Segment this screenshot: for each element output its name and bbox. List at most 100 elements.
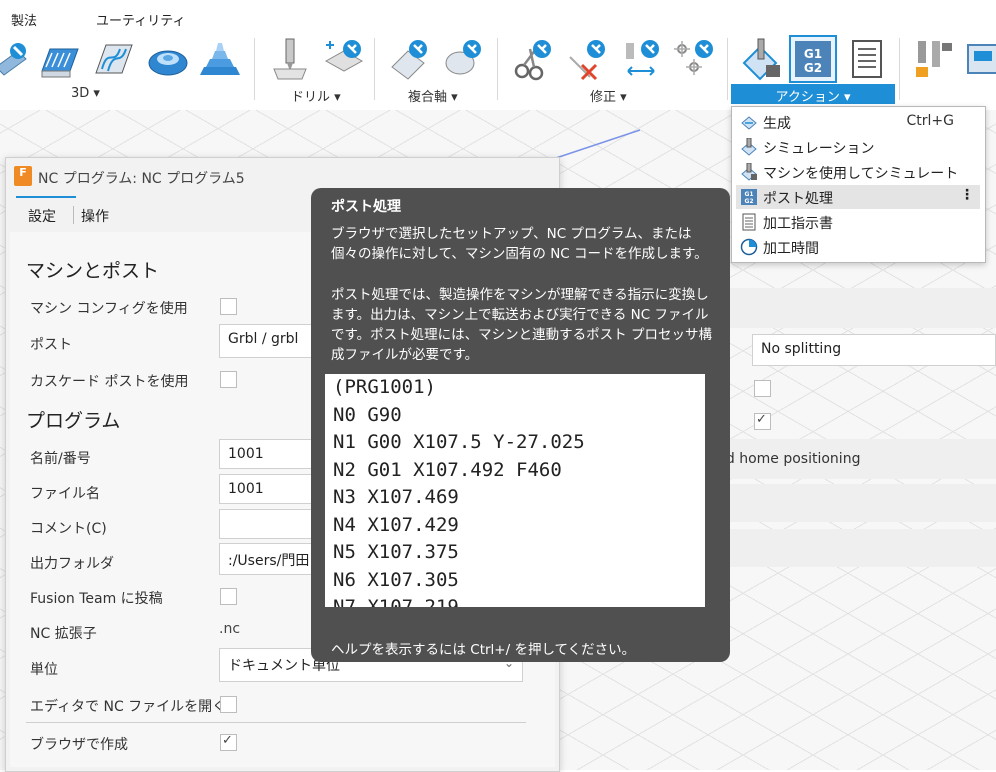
create-in-browser-label: ブラウザで作成 bbox=[30, 737, 128, 753]
open-editor-checkbox[interactable] bbox=[220, 696, 237, 713]
3d-parallel-icon[interactable] bbox=[92, 37, 136, 81]
menu-item-post-process[interactable]: G1 G2 ポスト処理 ⋮ bbox=[736, 185, 980, 209]
cascade-post-checkbox[interactable] bbox=[220, 371, 237, 388]
output-folder-input[interactable]: :/Users/門田 bbox=[219, 543, 319, 575]
section-program: プログラム bbox=[26, 410, 121, 432]
post-process-tooltip: ポスト処理 ブラウザで選択したセットアップ、NC プログラム、または個々の操作に… bbox=[311, 188, 730, 662]
generate-icon bbox=[741, 116, 757, 130]
use-machine-config-checkbox[interactable] bbox=[220, 298, 237, 315]
modify-cut-icon[interactable] bbox=[512, 37, 556, 81]
3d-tool-partial-icon[interactable] bbox=[0, 37, 32, 81]
tooltip-help-hint: ヘルプを表示するには Ctrl+/ を押してください。 bbox=[331, 642, 636, 658]
tooltip-description: ブラウザで選択したセットアップ、NC プログラム、または個々の操作に対して、マシ… bbox=[331, 226, 708, 262]
code-line: N3 X107.469 bbox=[333, 486, 459, 508]
group-label-drill[interactable]: ドリル ▾ bbox=[291, 86, 341, 105]
post-process-icon: G1G2 bbox=[741, 189, 757, 205]
right-panel-checkbox-1[interactable] bbox=[754, 380, 771, 397]
3d-scallop-icon[interactable] bbox=[198, 37, 242, 81]
group-divider bbox=[497, 38, 498, 100]
right-panel-band bbox=[700, 484, 996, 522]
post-label: ポスト bbox=[30, 337, 72, 353]
machine-simulation-icon bbox=[741, 163, 757, 181]
unit-label: 単位 bbox=[30, 662, 58, 678]
simulate-with-machine-icon[interactable] bbox=[740, 37, 784, 81]
tooltip-details: ポスト処理では、製造操作をマシンが理解できる指示に変換します。出力は、マシン上で… bbox=[331, 287, 712, 363]
group-divider bbox=[899, 38, 900, 100]
more-options-icon[interactable]: ⋮ bbox=[960, 187, 974, 203]
svg-text:G2: G2 bbox=[804, 61, 822, 75]
ribbon-tab-utilities[interactable]: ユーティリティ bbox=[96, 10, 185, 29]
name-number-input[interactable]: 1001 bbox=[219, 439, 319, 469]
right-panel-band bbox=[710, 288, 996, 328]
drill-hole-recognition-icon[interactable] bbox=[322, 37, 366, 81]
action-dropdown-menu: 生成 Ctrl+G シミュレーション マシンを使用してシミュレート G1 G2 ポ… bbox=[731, 106, 986, 263]
section-divider bbox=[26, 722, 526, 723]
code-line: N1 G00 X107.5 Y-27.025 bbox=[333, 431, 585, 453]
modify-pattern-icon[interactable] bbox=[672, 37, 716, 81]
drill-tool-icon[interactable] bbox=[268, 37, 312, 81]
code-line: N0 G90 bbox=[333, 403, 402, 426]
setup-sheet-icon bbox=[742, 213, 756, 231]
open-editor-label: エディタで NC ファイルを開く bbox=[30, 699, 227, 715]
menu-item-machining-time[interactable]: 加工時間 bbox=[736, 235, 980, 259]
code-line: N5 X107.375 bbox=[333, 541, 459, 563]
setup-sheet-icon[interactable] bbox=[845, 37, 889, 81]
right-panel-band bbox=[700, 529, 996, 567]
use-machine-config-label: マシン コンフィグを使用 bbox=[30, 301, 188, 317]
section-machine-post: マシンとポスト bbox=[26, 260, 160, 282]
3d-pocket-icon[interactable] bbox=[146, 37, 190, 81]
output-folder-label: 出力フォルダ bbox=[30, 556, 114, 572]
group-label-action[interactable]: アクション ▾ bbox=[731, 86, 895, 105]
comment-input[interactable] bbox=[219, 509, 319, 539]
code-line: N4 X107.429 bbox=[333, 513, 459, 536]
tab-active-indicator bbox=[16, 196, 76, 198]
file-name-input[interactable]: 1001 bbox=[219, 474, 319, 504]
home-positioning-label[interactable]: nd home positioning bbox=[717, 451, 860, 467]
ribbon-tab-manufacture[interactable]: 製法 bbox=[11, 10, 37, 29]
svg-text:G1: G1 bbox=[744, 191, 753, 198]
post-select[interactable]: Grbl / grbl bbox=[219, 324, 319, 358]
group-divider bbox=[727, 38, 728, 100]
multiaxis-swarf-icon[interactable] bbox=[388, 37, 432, 81]
tooltip-title: ポスト処理 bbox=[331, 199, 401, 215]
code-line: (PRG1001) bbox=[333, 376, 436, 398]
group-label-3d[interactable]: 3D ▾ bbox=[71, 86, 100, 101]
svg-text:G1: G1 bbox=[804, 47, 822, 61]
menu-item-setup-sheet[interactable]: 加工指示書 bbox=[736, 210, 980, 234]
file-name-label: ファイル名 bbox=[30, 486, 100, 502]
nc-code-preview: (PRG1001) N0 G90 N1 G00 X107.5 Y-27.025 … bbox=[325, 374, 705, 607]
code-line: N6 X107.305 bbox=[333, 568, 459, 591]
menu-item-generate[interactable]: 生成 Ctrl+G bbox=[736, 110, 980, 134]
menu-item-simulation[interactable]: シミュレーション bbox=[736, 135, 980, 159]
comment-label: コメント(C) bbox=[30, 521, 107, 537]
menu-item-simulate-with-machine[interactable]: マシンを使用してシミュレート bbox=[736, 160, 980, 184]
modify-move-icon[interactable] bbox=[620, 37, 664, 81]
right-panel-checkbox-2[interactable] bbox=[754, 412, 771, 430]
simulation-icon bbox=[741, 138, 757, 156]
fusion-team-checkbox[interactable] bbox=[220, 588, 237, 605]
code-line: N7 X107.219 bbox=[333, 596, 459, 607]
fusion-team-label: Fusion Team に投稿 bbox=[30, 591, 163, 607]
group-label-modify[interactable]: 修正 ▾ bbox=[590, 86, 627, 105]
tab-separator bbox=[73, 206, 74, 224]
cascade-post-label: カスケード ポストを使用 bbox=[30, 374, 189, 390]
ribbon-toolbar: 製法 ユーティリティ 3D ▾ ドリル ▾ 複合軸 ▾ 修正 ▾ G1 G2 ア… bbox=[0, 0, 996, 110]
nc-extension-label: NC 拡張子 bbox=[30, 626, 97, 642]
post-process-tool-button[interactable]: G1 G2 bbox=[789, 35, 837, 83]
nc-extension-value: .nc bbox=[219, 621, 241, 637]
3d-contour-icon[interactable] bbox=[38, 37, 82, 81]
tab-operations[interactable]: 操作 bbox=[81, 206, 109, 226]
group-divider bbox=[374, 38, 375, 100]
group-label-multiaxis[interactable]: 複合軸 ▾ bbox=[408, 86, 458, 105]
create-in-browser-checkbox[interactable] bbox=[220, 733, 237, 751]
multiaxis-flow-icon[interactable] bbox=[442, 37, 486, 81]
tab-settings[interactable]: 設定 bbox=[28, 206, 56, 226]
tool-library-icon[interactable] bbox=[912, 37, 956, 81]
machine-library-icon[interactable] bbox=[966, 37, 996, 81]
modify-delete-icon[interactable] bbox=[566, 37, 610, 81]
machining-time-icon bbox=[740, 238, 758, 256]
splitting-select[interactable]: No splitting bbox=[752, 334, 996, 366]
code-line: N2 G01 X107.492 F460 bbox=[333, 458, 562, 481]
svg-text:G2: G2 bbox=[744, 198, 753, 205]
fusion-logo-icon: F bbox=[14, 166, 32, 186]
